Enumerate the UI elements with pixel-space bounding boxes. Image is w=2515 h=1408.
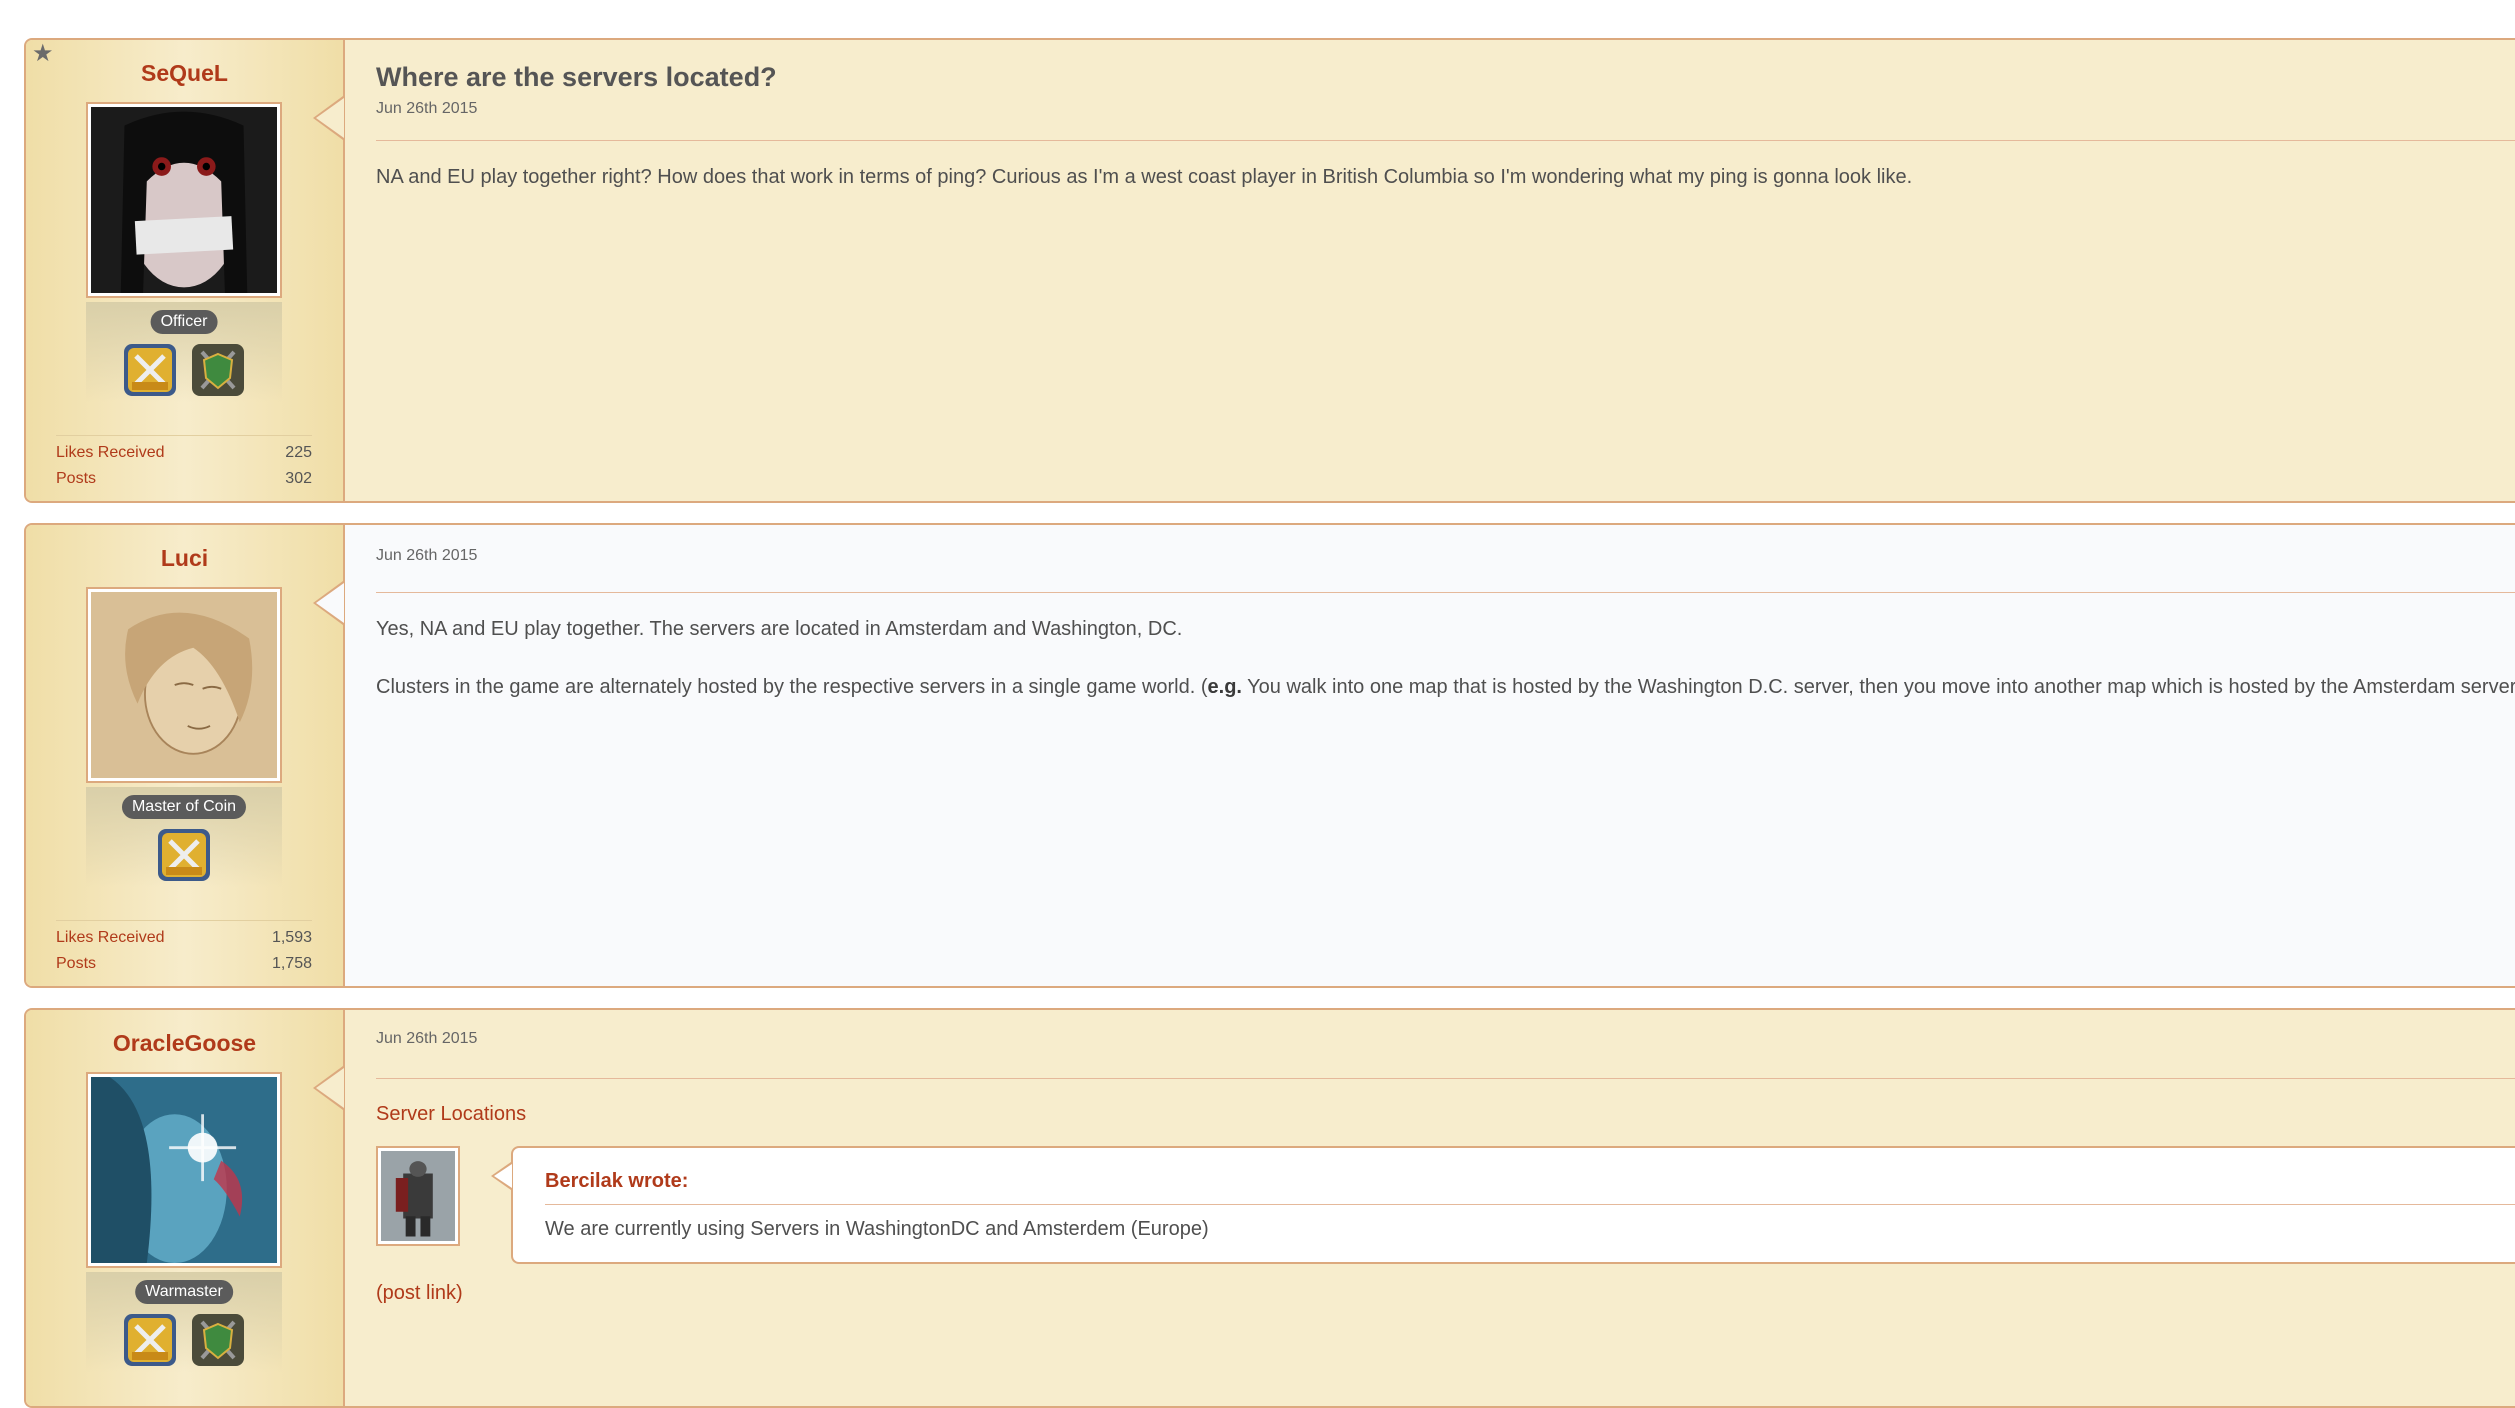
likes-label[interactable]: Likes Received [56,444,165,462]
username[interactable]: OracleGoose [26,1030,343,1057]
post-date[interactable]: Jun 26th 2015 [376,1030,477,1048]
badge-list [86,342,282,398]
likes-row: Likes Received 1,593 [56,929,312,947]
post-2: Luci Master of Coin [24,523,2515,988]
likes-row: Likes Received 225 [56,444,312,462]
post-date[interactable]: Jun 26th 2015 [376,547,477,565]
shield-badge-icon[interactable] [190,342,246,398]
divider [376,592,2515,593]
speech-arrow [313,96,343,140]
rank-badge: Master of Coin [122,795,246,819]
user-sidebar: ★ SeQueL Officer [26,40,345,501]
posts-row: Posts 302 [56,470,312,488]
post-date[interactable]: Jun 26th 2015 [376,100,477,118]
divider [376,1078,2515,1079]
rank-area: Master of Coin [86,787,282,887]
posts-value: 1,758 [272,955,312,973]
likes-label[interactable]: Likes Received [56,929,165,947]
rank-area: Officer [86,302,282,402]
avatar[interactable] [86,587,282,783]
crossed-swords-badge-icon[interactable] [122,1312,178,1368]
quote-author[interactable]: Bercilak wrote: [545,1170,688,1193]
speech-arrow [313,581,343,625]
likes-value: 225 [285,444,312,462]
speech-arrow [313,1066,343,1110]
user-sidebar: OracleGoose Warmaster [26,1010,345,1406]
server-locations-link[interactable]: Server Locations [376,1103,526,1126]
body-bold: e.g. [1208,676,1242,698]
crossed-swords-badge-icon[interactable] [122,342,178,398]
badge-list [86,1312,282,1368]
posts-value: 302 [285,470,312,488]
crossed-swords-badge-icon[interactable] [156,827,212,883]
shield-badge-icon[interactable] [190,1312,246,1368]
post-body-paragraph-1: Yes, NA and EU play together. The server… [376,618,1182,641]
quote-box: Bercilak wrote: We are currently using S… [511,1146,2515,1264]
post-3: OracleGoose Warmaster [24,1008,2515,1408]
username[interactable]: SeQueL [26,60,343,87]
posts-label[interactable]: Posts [56,470,96,488]
posts-label[interactable]: Posts [56,955,96,973]
body-text: You walk into one map that is hosted by … [1242,676,2515,698]
quote-text: We are currently using Servers in Washin… [545,1218,1209,1241]
post-body: NA and EU play together right? How does … [376,166,1912,189]
user-stats: Likes Received 1,593 Posts 1,758 [56,920,312,981]
rank-badge: Officer [151,310,218,334]
post-content: Jun 26th 2015 Server Locations Bercilak … [345,1010,2515,1406]
divider [376,140,2515,141]
post-body-paragraph-2: Clusters in the game are alternately hos… [376,676,2515,699]
avatar[interactable] [86,1072,282,1268]
quote-author-avatar[interactable] [376,1146,460,1246]
thread-title: Where are the servers located? [376,62,777,93]
body-text: Clusters in the game are alternately hos… [376,676,1208,698]
rank-area: Warmaster [86,1272,282,1372]
likes-value: 1,593 [272,929,312,947]
post-1: ★ SeQueL Officer [24,38,2515,503]
post-content: Where are the servers located? Jun 26th … [345,40,2515,501]
username[interactable]: Luci [26,545,343,572]
user-stats: Likes Received 225 Posts 302 [56,435,312,496]
badge-list [86,827,282,883]
avatar[interactable] [86,102,282,298]
posts-row: Posts 1,758 [56,955,312,973]
user-sidebar: Luci Master of Coin [26,525,345,986]
post-content: Jun 26th 2015 Yes, NA and EU play togeth… [345,525,2515,986]
quote-arrow [491,1162,511,1190]
quote-divider [545,1204,2515,1205]
post-link[interactable]: (post link) [376,1282,463,1305]
rank-badge: Warmaster [135,1280,233,1304]
